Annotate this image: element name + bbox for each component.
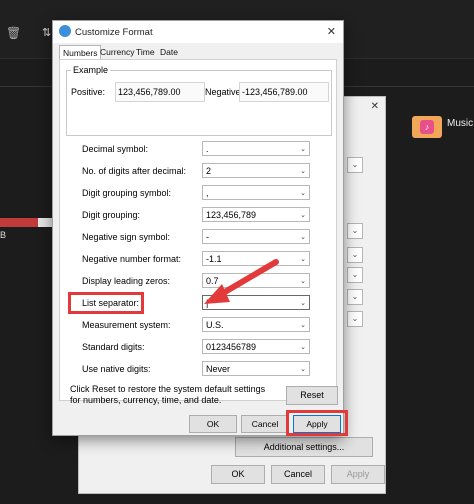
- annotation-arrow-icon: [204, 259, 279, 304]
